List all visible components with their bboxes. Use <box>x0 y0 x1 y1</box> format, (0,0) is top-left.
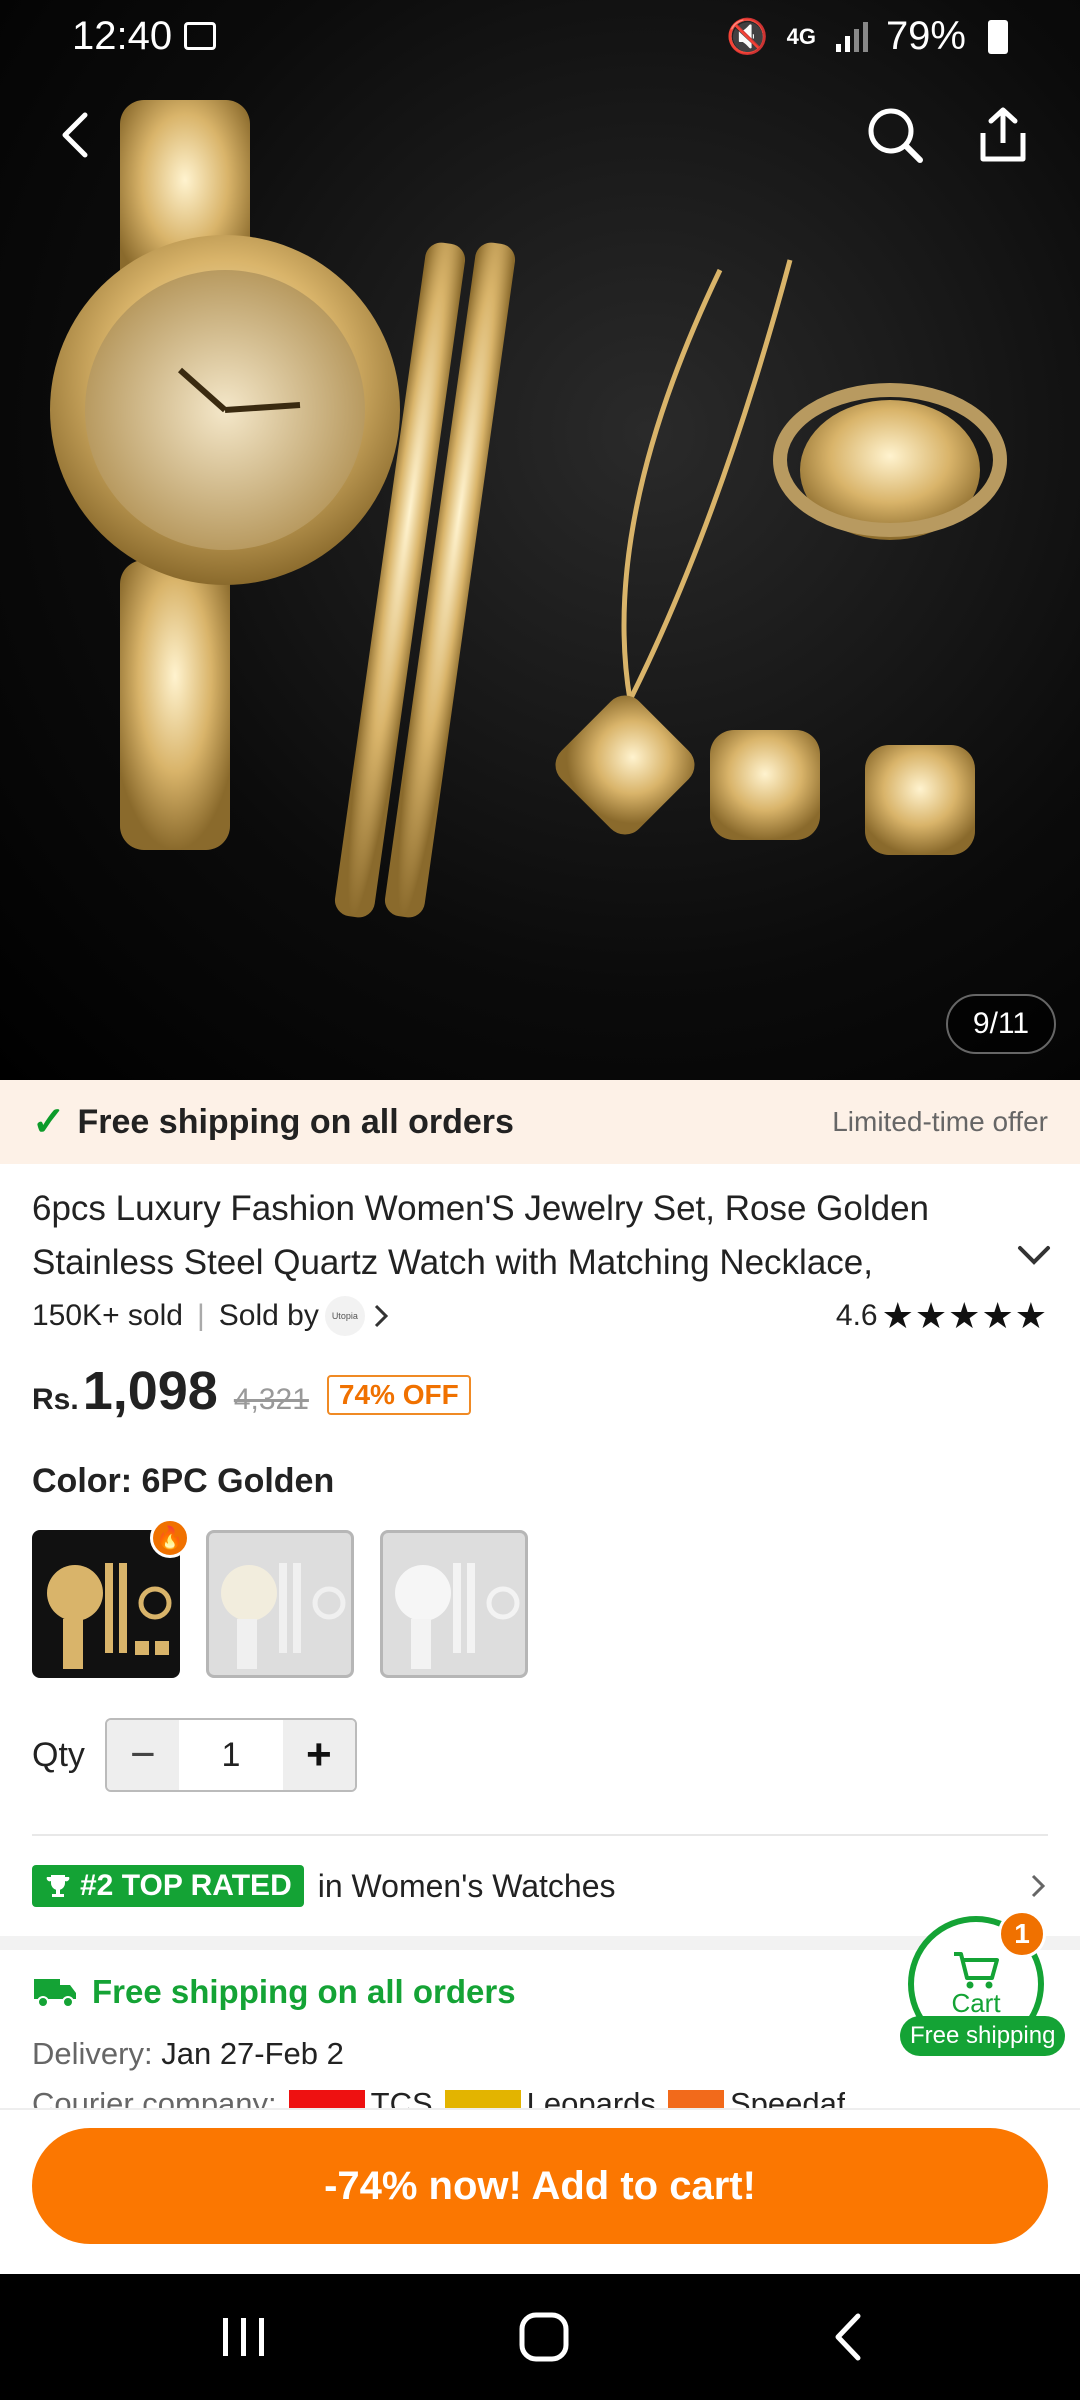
back-button[interactable] <box>40 100 110 170</box>
decrease-qty-button[interactable]: − <box>106 1720 179 1790</box>
currency: Rs. <box>32 1383 79 1416</box>
quantity-row: Qty − 1 + <box>32 1718 357 1792</box>
divider <box>32 1834 1048 1836</box>
cart-icon <box>954 1951 999 1988</box>
top-rated-label: #2 TOP RATED <box>80 1869 292 1902</box>
shipping-section-title[interactable]: Free shipping on all orders <box>32 1968 516 2016</box>
color-label: Color: 6PC Golden <box>32 1462 335 1500</box>
bottom-action-bar: -74% now! Add to cart! <box>0 2108 1080 2274</box>
add-to-cart-button[interactable]: -74% now! Add to cart! <box>32 2128 1048 2244</box>
rating-value: 4.6 <box>835 1299 878 1332</box>
courier-name: Leopards <box>526 2086 656 2108</box>
network-type: 4G <box>786 23 816 49</box>
check-icon: ✓ <box>32 1100 66 1144</box>
search-button[interactable] <box>860 100 930 170</box>
recent-apps-icon <box>223 2318 264 2356</box>
color-swatch-silver-golden[interactable] <box>206 1530 354 1678</box>
delivery-dates: Delivery: Jan 27-Feb 2 <box>32 2036 344 2072</box>
rating[interactable]: 4.6 ★★★★★ <box>836 1295 1048 1337</box>
quantity-stepper: − 1 + <box>104 1718 357 1792</box>
original-price: 4,321 <box>233 1383 309 1416</box>
status-bar: 12:40 🔇 4G 79% <box>0 0 1080 72</box>
shipping-title-text: Free shipping on all orders <box>92 1973 516 2010</box>
seller-logo[interactable]: Utopia <box>324 1296 365 1336</box>
home-icon <box>519 2312 569 2362</box>
image-counter: 9/11 <box>946 994 1056 1054</box>
system-navigation-bar <box>0 2274 1080 2400</box>
share-icon <box>980 107 1026 162</box>
product-title[interactable]: 6pcs Luxury Fashion Women'S Jewelry Set,… <box>32 1182 992 1290</box>
chevron-right-icon <box>1031 1874 1046 1898</box>
sold-count: 150K+ sold <box>32 1299 183 1332</box>
speedaf-logo <box>667 2090 724 2108</box>
trophy-icon <box>46 1875 70 1897</box>
limited-offer-text: Limited-time offer <box>832 1106 1048 1137</box>
courier-name: TCS <box>370 2086 433 2108</box>
battery-icon <box>988 19 1008 54</box>
chevron-left-icon <box>62 112 88 158</box>
mute-icon: 🔇 <box>726 17 769 56</box>
battery-level: 79% <box>885 14 966 58</box>
courier-label: Courier company: <box>32 2086 277 2108</box>
free-shipping-text: Free shipping on all orders <box>77 1102 514 1141</box>
signal-icon <box>835 21 868 52</box>
qty-label: Qty <box>32 1735 85 1774</box>
share-button[interactable] <box>968 100 1038 170</box>
discount-badge: 74% OFF <box>326 1375 471 1415</box>
expand-title-chevron-icon[interactable] <box>1014 1236 1054 1276</box>
product-meta-row: 150K+ sold | Sold by Utopia 4.6 ★★★★★ <box>32 1294 1048 1338</box>
free-shipping-banner: ✓ Free shipping on all orders Limited-ti… <box>0 1080 1080 1164</box>
chevron-right-icon[interactable] <box>371 1301 391 1331</box>
courier-leopards: Leopards <box>444 2086 656 2108</box>
swatch-thumbnail <box>221 1563 346 1669</box>
status-time: 12:40 <box>72 14 173 58</box>
tcs-logo <box>288 2090 365 2108</box>
qty-value[interactable]: 1 <box>178 1720 283 1790</box>
color-swatches: 🔥 <box>32 1518 528 1678</box>
leopards-logo <box>444 2090 521 2108</box>
sold-by-label: Sold by <box>218 1299 319 1332</box>
product-image-gallery[interactable]: 12:40 🔇 4G 79% 9/11 <box>0 0 1080 1080</box>
top-rated-row[interactable]: #2 TOP RATED in Women's Watches <box>32 1862 1048 1910</box>
recent-apps-button[interactable] <box>184 2274 304 2400</box>
swatch-thumbnail <box>395 1563 520 1669</box>
gallery-notification-icon <box>184 22 216 50</box>
hot-flame-icon: 🔥 <box>150 1518 190 1558</box>
search-icon <box>868 108 923 163</box>
cart-label: Cart <box>951 1987 1001 2018</box>
cart-free-shipping-badge: Free shipping <box>900 2016 1066 2056</box>
delivery-value: Jan 27-Feb 2 <box>161 2036 344 2071</box>
system-back-button[interactable] <box>788 2274 908 2400</box>
back-icon <box>835 2313 861 2361</box>
home-button[interactable] <box>484 2274 604 2400</box>
delivery-label: Delivery: <box>32 2036 153 2071</box>
price-row: Rs. 1,098 4,321 74% OFF <box>32 1360 471 1430</box>
top-rated-badge: #2 TOP RATED <box>32 1865 304 1907</box>
current-price: 1,098 <box>82 1361 218 1421</box>
courier-tcs: TCS <box>288 2086 433 2108</box>
cart-count-badge: 1 <box>998 1910 1046 1958</box>
courier-name: Speedaf <box>729 2086 846 2108</box>
truck-icon <box>34 1979 76 2008</box>
courier-row: Courier company: TCS Leopards Speedaf <box>32 2086 845 2108</box>
courier-speedaf: Speedaf <box>667 2086 846 2108</box>
top-rated-category: in Women's Watches <box>317 1867 616 1904</box>
increase-qty-button[interactable]: + <box>282 1720 355 1790</box>
color-swatch-silver[interactable] <box>380 1530 528 1678</box>
divider: | <box>196 1299 205 1332</box>
star-rating-icon: ★★★★★ <box>881 1295 1048 1336</box>
